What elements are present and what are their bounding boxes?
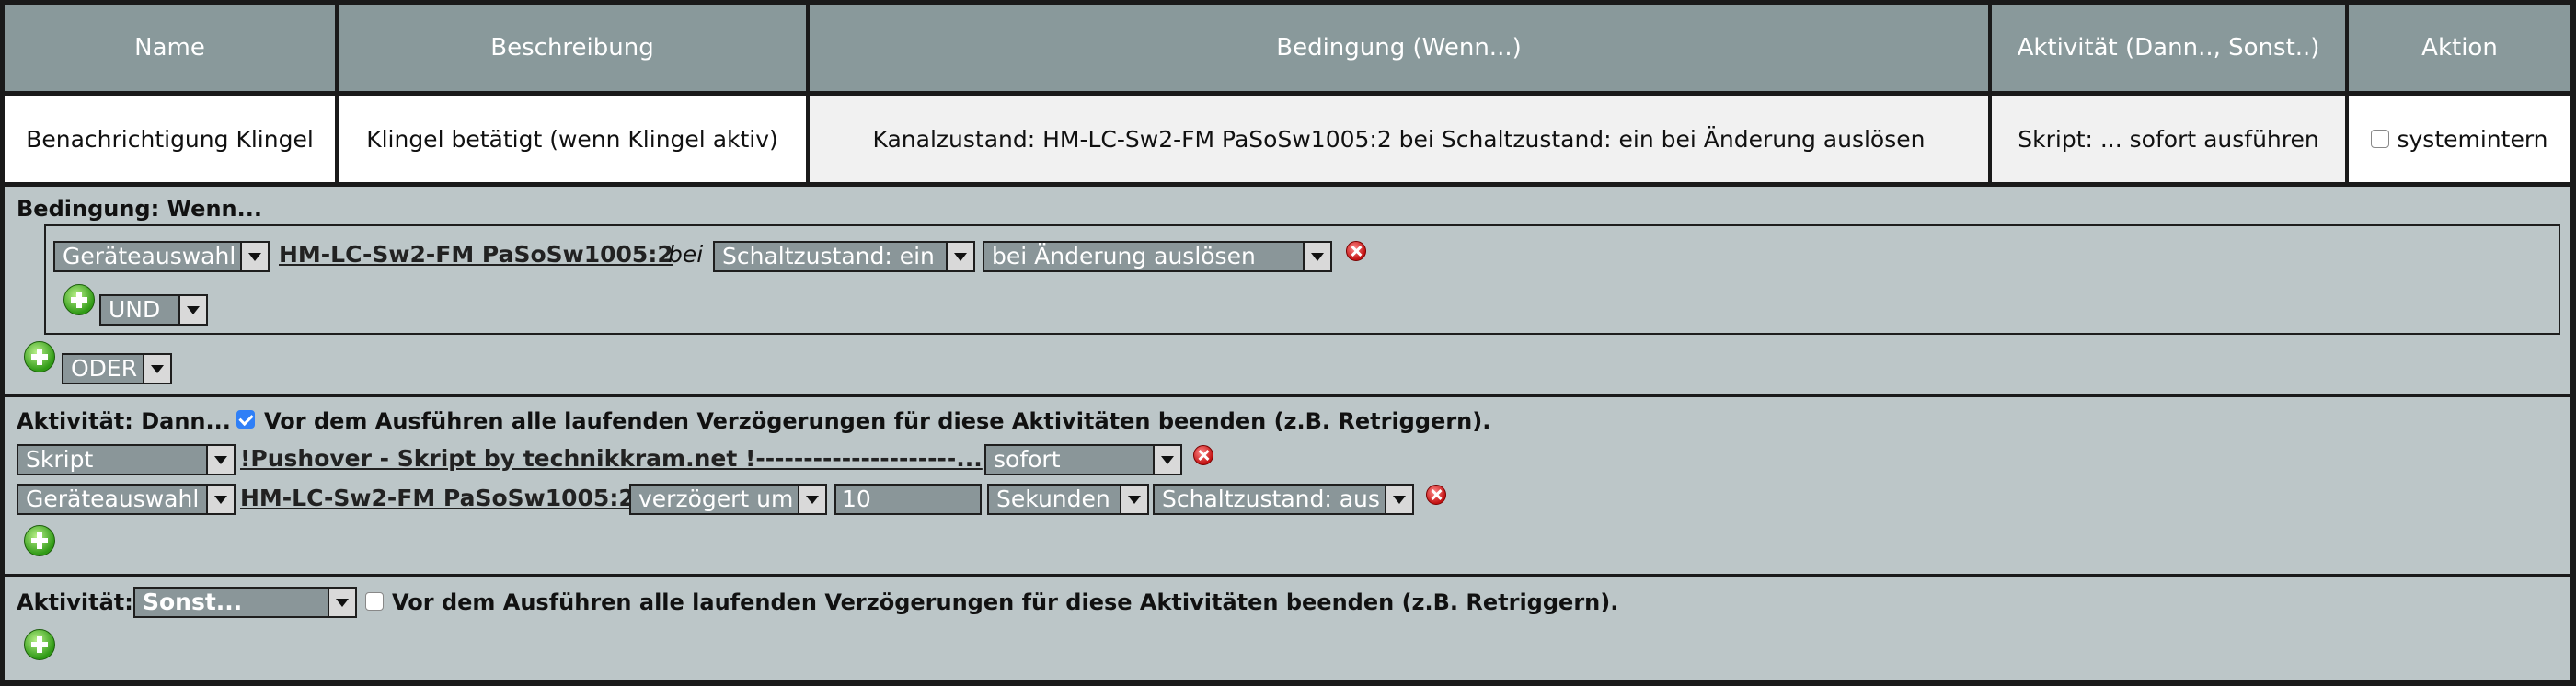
condition-panel: Bedingung: Wenn... Geräteauswahl HM-LC-S… <box>5 187 2570 394</box>
green-plus-icon[interactable] <box>24 341 55 372</box>
then-retrigger-label: Vor dem Ausführen alle laufenden Verzöge… <box>264 408 1491 434</box>
chevron-down-icon <box>1385 486 1412 513</box>
condition-device-link[interactable]: HM-LC-Sw2-FM PaSoSw1005:2 <box>279 241 673 268</box>
chevron-down-icon <box>143 355 170 383</box>
then-retrigger-checkbox[interactable] <box>236 410 255 429</box>
then-line2-device-link[interactable]: HM-LC-Sw2-FM PaSoSw1005:2 <box>240 485 635 511</box>
activity-else-panel: Aktivität: Sonst... Vor dem Ausführen al… <box>5 577 2570 680</box>
else-mode-select[interactable]: Sonst... <box>133 587 357 618</box>
then-line2-unit-select[interactable]: Sekunden <box>987 484 1149 515</box>
else-title: Aktivität: <box>17 589 133 615</box>
systemintern-label: systemintern <box>2397 125 2548 153</box>
condition-title: Bedingung: Wenn... <box>17 196 262 222</box>
chevron-down-icon <box>178 296 206 324</box>
program-description[interactable]: Klingel betätigt (wenn Klingel aktiv) <box>339 96 806 182</box>
then-line2-state-select[interactable]: Schaltzustand: aus <box>1153 484 1414 515</box>
then-line1-script-link[interactable]: !Pushover - Skript by technikkram.net !-… <box>240 445 983 472</box>
chevron-down-icon <box>328 589 355 616</box>
else-retrigger-label: Vor dem Ausführen alle laufenden Verzöge… <box>392 589 1619 615</box>
oder-select[interactable]: ODER <box>62 353 172 384</box>
condition-group-box: Geräteauswahl HM-LC-Sw2-FM PaSoSw1005:2 … <box>44 224 2560 335</box>
chevron-down-icon <box>240 243 268 270</box>
chevron-down-icon <box>798 486 825 513</box>
condition-device-select[interactable]: Geräteauswahl <box>53 241 270 272</box>
red-x-icon[interactable] <box>1426 485 1446 505</box>
red-x-icon[interactable] <box>1193 445 1213 465</box>
chevron-down-icon <box>1120 486 1147 513</box>
column-header-activity: Aktivität (Dann.., Sonst..) <box>1992 5 2345 91</box>
program-name[interactable]: Benachrichtigung Klingel <box>5 96 335 182</box>
red-x-icon[interactable] <box>1346 241 1366 261</box>
chevron-down-icon <box>1303 243 1330 270</box>
then-title: Aktivität: Dann... <box>17 408 231 434</box>
chevron-down-icon <box>946 243 973 270</box>
then-line1-timing-select[interactable]: sofort <box>984 444 1182 475</box>
then-line1-type-select[interactable]: Skript <box>17 444 236 475</box>
chevron-down-icon <box>206 446 234 474</box>
und-select[interactable]: UND <box>99 294 208 326</box>
green-plus-icon[interactable] <box>63 284 95 315</box>
systemintern-cell: systemintern <box>2349 96 2570 182</box>
column-header-description: Beschreibung <box>339 5 806 91</box>
green-plus-icon[interactable] <box>24 525 55 556</box>
green-plus-icon[interactable] <box>24 629 55 660</box>
chevron-down-icon <box>1153 446 1180 474</box>
condition-trigger-select[interactable]: bei Änderung auslösen <box>983 241 1332 272</box>
condition-bei-label: bei <box>668 241 704 268</box>
program-editor: Name Beschreibung Bedingung (Wenn...) Ak… <box>0 0 2576 686</box>
activity-then-panel: Aktivität: Dann... Vor dem Ausführen all… <box>5 397 2570 574</box>
systemintern-checkbox[interactable] <box>2371 130 2390 148</box>
program-activity-summary: Skript: ... sofort ausführen <box>1992 96 2345 182</box>
then-line2-timing-select[interactable]: verzögert um <box>629 484 827 515</box>
then-line2-type-select[interactable]: Geräteauswahl <box>17 484 236 515</box>
else-retrigger-checkbox[interactable] <box>365 592 384 611</box>
column-header-condition: Bedingung (Wenn...) <box>810 5 1988 91</box>
column-header-action: Aktion <box>2349 5 2570 91</box>
then-line2-delay-input[interactable]: 10 <box>834 484 982 515</box>
condition-state-select[interactable]: Schaltzustand: ein <box>713 241 975 272</box>
column-header-name: Name <box>5 5 335 91</box>
chevron-down-icon <box>206 486 234 513</box>
program-condition-summary: Kanalzustand: HM-LC-Sw2-FM PaSoSw1005:2 … <box>810 96 1988 182</box>
